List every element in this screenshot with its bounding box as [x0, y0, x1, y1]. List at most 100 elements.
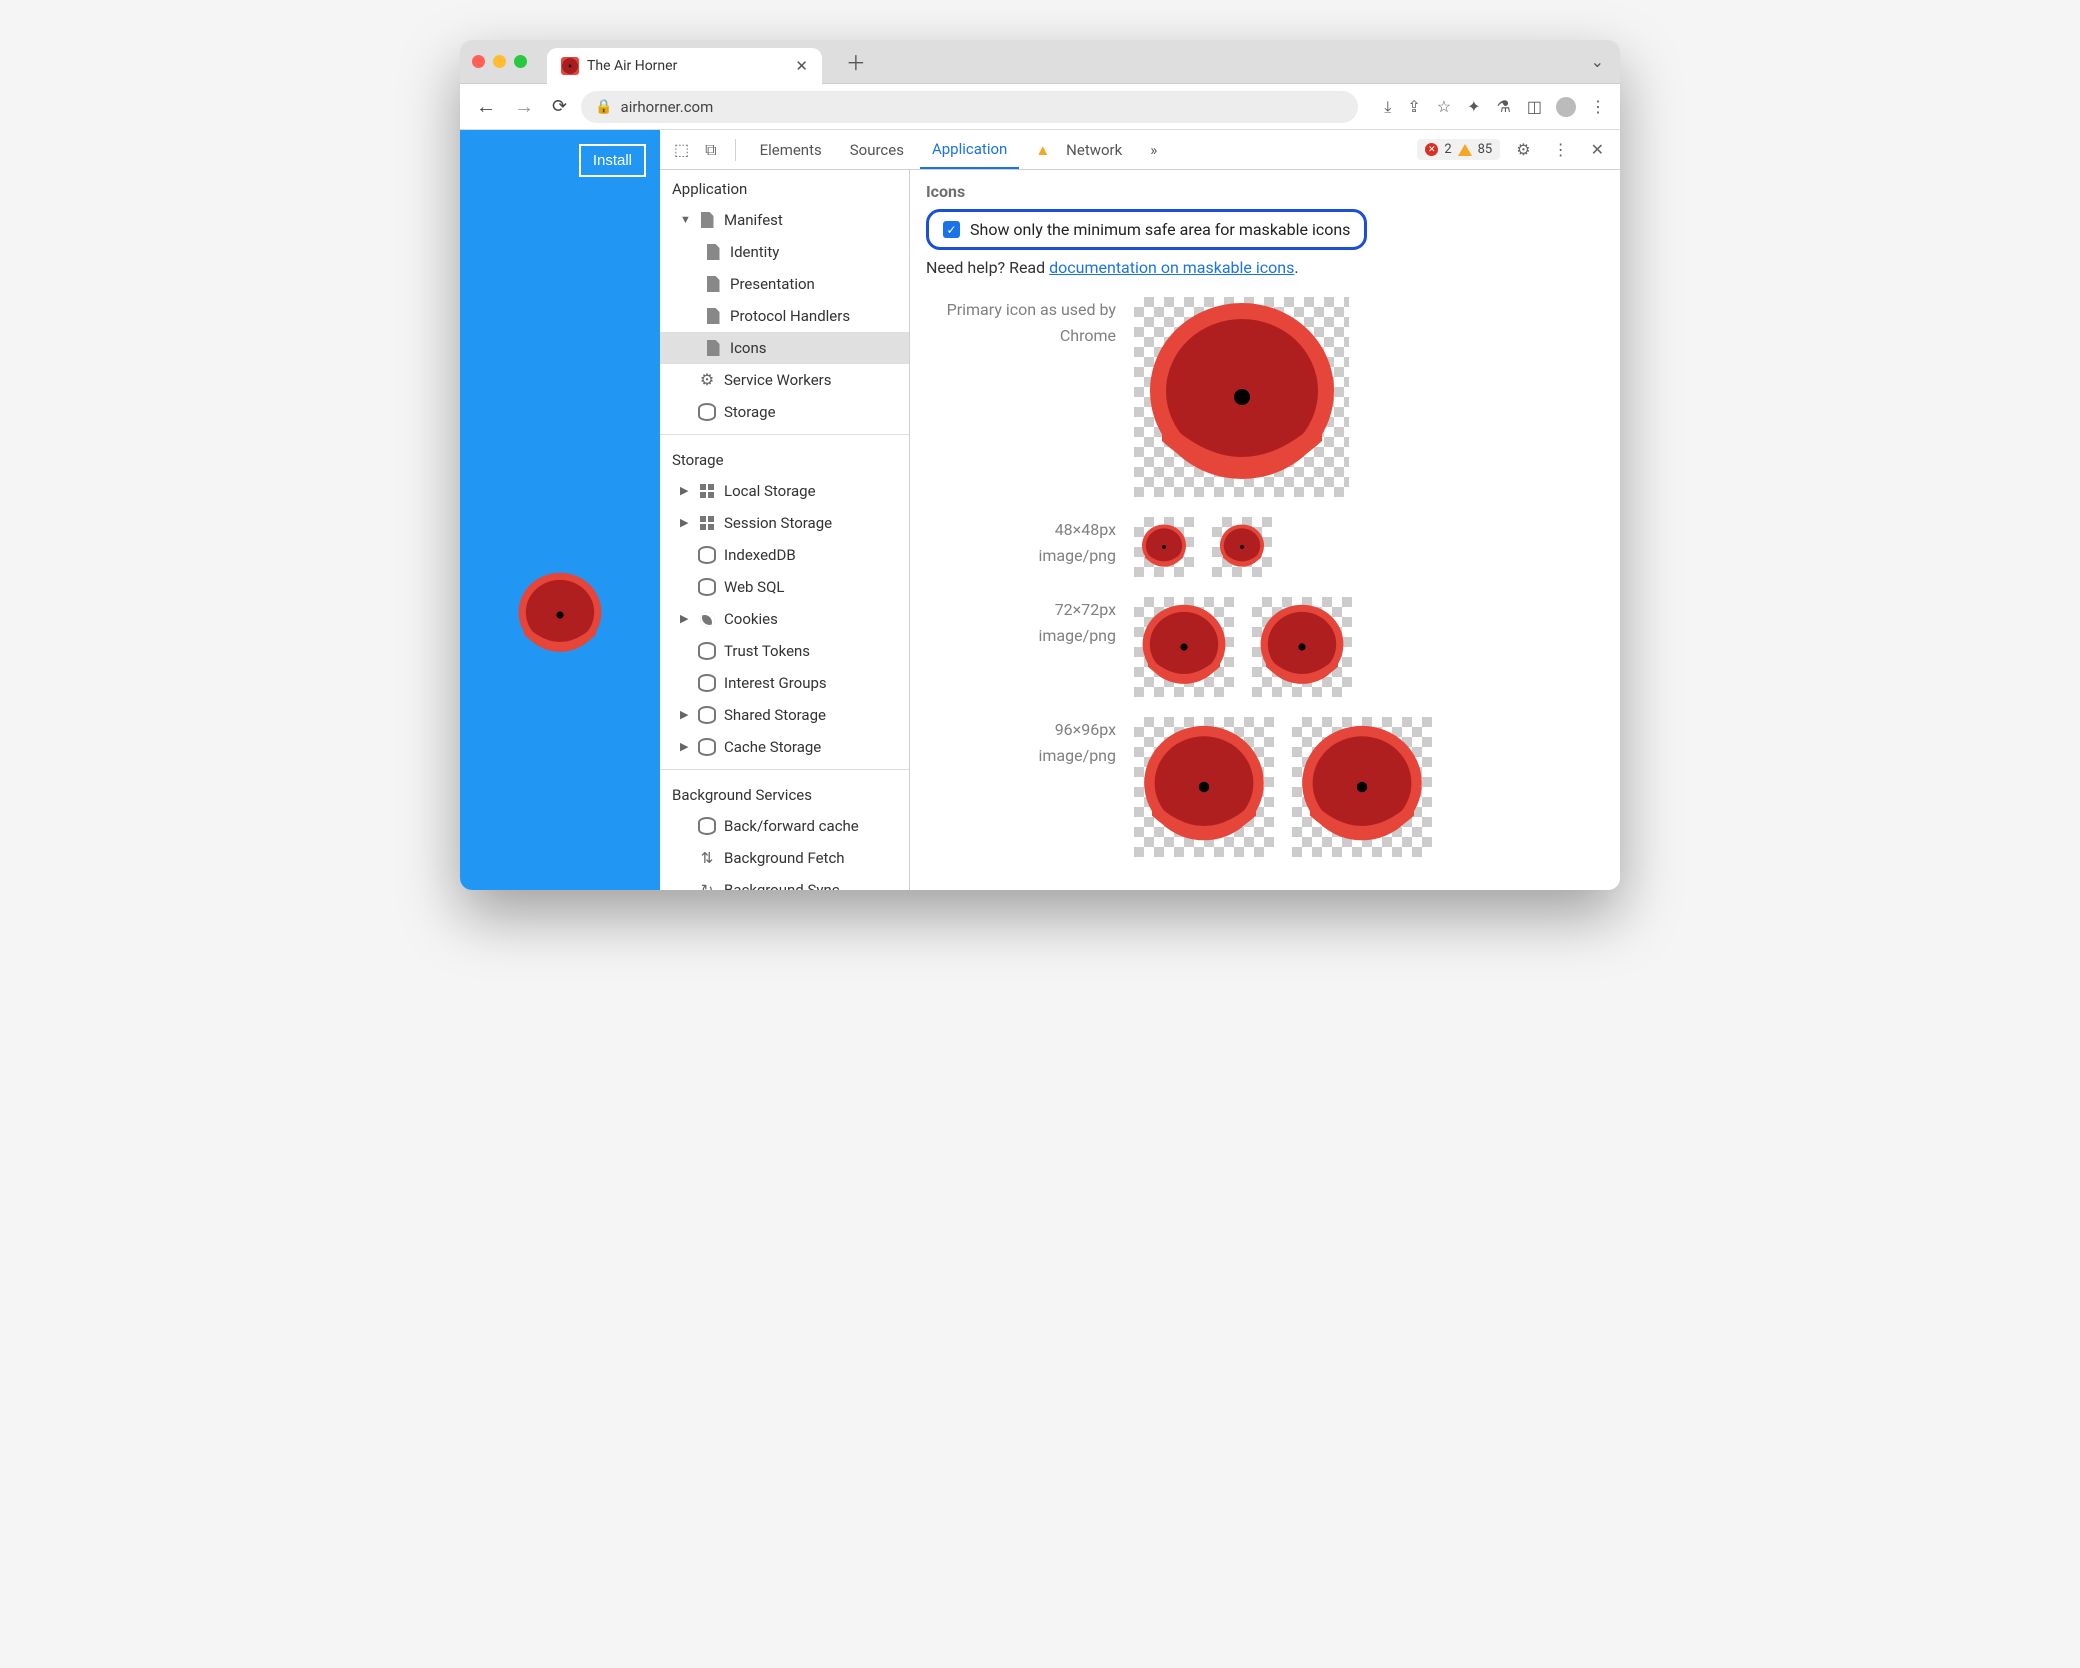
devtools-settings-icon[interactable]: ⚙ — [1510, 140, 1536, 159]
checkbox-checked-icon[interactable]: ✓ — [943, 221, 960, 238]
browser-tab[interactable]: The Air Horner ✕ — [547, 48, 822, 84]
file-icon — [698, 211, 716, 229]
sidebar-item-service-workers[interactable]: ▶Service Workers — [660, 364, 909, 396]
devtools-menu-icon[interactable]: ⋮ — [1547, 140, 1575, 159]
device-toggle-icon[interactable]: ⧉ — [699, 140, 722, 160]
profile-avatar-icon[interactable] — [1556, 97, 1576, 117]
install-app-icon[interactable]: ⤓ — [1382, 97, 1393, 117]
tab-sources[interactable]: Sources — [838, 132, 916, 168]
url-text: airhorner.com — [621, 98, 714, 116]
icon-preview-primary — [1134, 297, 1349, 497]
share-icon[interactable]: ⇪ — [1405, 97, 1422, 116]
reload-button[interactable]: ⟳ — [548, 96, 571, 117]
window-titlebar: The Air Horner ✕ ＋ ⌄ — [460, 40, 1620, 84]
file-icon — [704, 275, 722, 293]
back-button[interactable]: ← — [472, 94, 500, 119]
file-icon — [704, 307, 722, 325]
icon-preview-48-2 — [1212, 517, 1272, 577]
gear-icon — [698, 371, 716, 389]
icons-panel: Icons ✓ Show only the minimum safe area … — [910, 170, 1620, 890]
install-button[interactable]: Install — [579, 144, 646, 177]
database-icon — [698, 642, 716, 660]
sidebar-item-interest-groups[interactable]: ▶Interest Groups — [660, 667, 909, 699]
content-area: Install ⬚ ⧉ Elements Sources Application… — [460, 130, 1620, 890]
database-icon — [698, 674, 716, 692]
icon-row-48: 48×48px image/png — [926, 517, 1604, 577]
help-text: Need help? Read documentation on maskabl… — [926, 258, 1604, 277]
forward-button[interactable]: → — [510, 94, 538, 119]
devtools-tabbar: ⬚ ⧉ Elements Sources Application ▲ Netwo… — [660, 130, 1620, 170]
file-icon — [704, 339, 722, 357]
minimize-window-icon[interactable] — [493, 55, 506, 68]
error-icon: ✕ — [1425, 143, 1438, 156]
sidebar-item-indexeddb[interactable]: ▶IndexedDB — [660, 539, 909, 571]
issues-counter[interactable]: ✕ 2 85 — [1417, 139, 1500, 160]
sidebar-item-bfcache[interactable]: ▶Back/forward cache — [660, 810, 909, 842]
address-bar[interactable]: 🔒 airhorner.com — [581, 91, 1358, 123]
safe-area-checkbox-row[interactable]: ✓ Show only the minimum safe area for ma… — [926, 209, 1367, 250]
tab-elements[interactable]: Elements — [748, 132, 834, 168]
primary-icon-row: Primary icon as used by Chrome — [926, 297, 1604, 497]
checkbox-label: Show only the minimum safe area for mask… — [970, 220, 1350, 239]
sidebar-item-session-storage[interactable]: ▶Session Storage — [660, 507, 909, 539]
extensions-icon[interactable]: ✦ — [1465, 97, 1482, 116]
tab-application[interactable]: Application — [920, 131, 1019, 169]
error-count: 2 — [1444, 142, 1451, 157]
icon-preview-96-2 — [1292, 717, 1432, 857]
maximize-window-icon[interactable] — [514, 55, 527, 68]
sidebar-item-protocol-handlers[interactable]: Protocol Handlers — [660, 300, 909, 332]
close-window-icon[interactable] — [472, 55, 485, 68]
icon-preview-48-1 — [1134, 517, 1194, 577]
airhorn-graphic[interactable] — [515, 570, 605, 660]
sidebar-group-application: Application — [660, 170, 909, 204]
database-icon — [698, 706, 716, 724]
sidebar-item-identity[interactable]: Identity — [660, 236, 909, 268]
sidebar-item-trust-tokens[interactable]: ▶Trust Tokens — [660, 635, 909, 667]
new-tab-button[interactable]: ＋ — [846, 47, 866, 76]
sidebar-item-background-fetch[interactable]: ▶Background Fetch — [660, 842, 909, 874]
fetch-icon — [698, 849, 716, 867]
file-icon — [704, 243, 722, 261]
toolbar: ← → ⟳ 🔒 airhorner.com ⤓ ⇪ ☆ ✦ ⚗ ◫ ⋮ — [460, 84, 1620, 130]
inspect-icon[interactable]: ⬚ — [668, 140, 695, 159]
tabs-dropdown-icon[interactable]: ⌄ — [1591, 52, 1604, 71]
sidebar-group-storage: Storage — [660, 441, 909, 475]
more-tabs-button[interactable]: » — [1138, 132, 1169, 168]
bookmark-icon[interactable]: ☆ — [1435, 97, 1453, 116]
side-panel-icon[interactable]: ◫ — [1525, 97, 1544, 116]
tab-title: The Air Horner — [587, 58, 677, 74]
warning-icon: ▲ — [1035, 141, 1050, 159]
database-icon — [698, 403, 716, 421]
sidebar-item-cache-storage[interactable]: ▶Cache Storage — [660, 731, 909, 763]
devtools: ⬚ ⧉ Elements Sources Application ▲ Netwo… — [660, 130, 1620, 890]
panel-title: Icons — [926, 182, 1604, 201]
icon-preview-96-1 — [1134, 717, 1274, 857]
sidebar-item-local-storage[interactable]: ▶Local Storage — [660, 475, 909, 507]
database-icon — [698, 817, 716, 835]
sync-icon — [698, 881, 716, 890]
warning-count-icon — [1458, 144, 1472, 156]
favicon-icon — [561, 57, 579, 75]
web-page: Install — [460, 130, 660, 890]
sidebar-item-icons[interactable]: Icons — [660, 332, 909, 364]
sidebar-item-presentation[interactable]: Presentation — [660, 268, 909, 300]
docs-link[interactable]: documentation on maskable icons — [1049, 258, 1294, 277]
sidebar-item-web-sql[interactable]: ▶Web SQL — [660, 571, 909, 603]
sidebar-item-background-sync[interactable]: ▶Background Sync — [660, 874, 909, 890]
sidebar-item-storage[interactable]: ▶Storage — [660, 396, 909, 428]
warning-count: 85 — [1478, 142, 1493, 157]
icon-preview-72-2 — [1252, 597, 1352, 697]
storage-icon — [698, 482, 716, 500]
devtools-close-icon[interactable]: ✕ — [1585, 140, 1610, 159]
cookie-icon — [698, 610, 716, 628]
sidebar-item-cookies[interactable]: ▶Cookies — [660, 603, 909, 635]
sidebar-item-shared-storage[interactable]: ▶Shared Storage — [660, 699, 909, 731]
tab-network[interactable]: Network — [1054, 132, 1134, 168]
labs-icon[interactable]: ⚗ — [1495, 97, 1513, 116]
chrome-menu-icon[interactable]: ⋮ — [1588, 97, 1608, 116]
sidebar-item-manifest[interactable]: ▼ Manifest — [660, 204, 909, 236]
close-tab-icon[interactable]: ✕ — [795, 57, 808, 75]
database-icon — [698, 546, 716, 564]
toolbar-actions: ⤓ ⇪ ☆ ✦ ⚗ ◫ ⋮ — [1382, 97, 1608, 117]
icon-row-96: 96×96px image/png — [926, 717, 1604, 857]
